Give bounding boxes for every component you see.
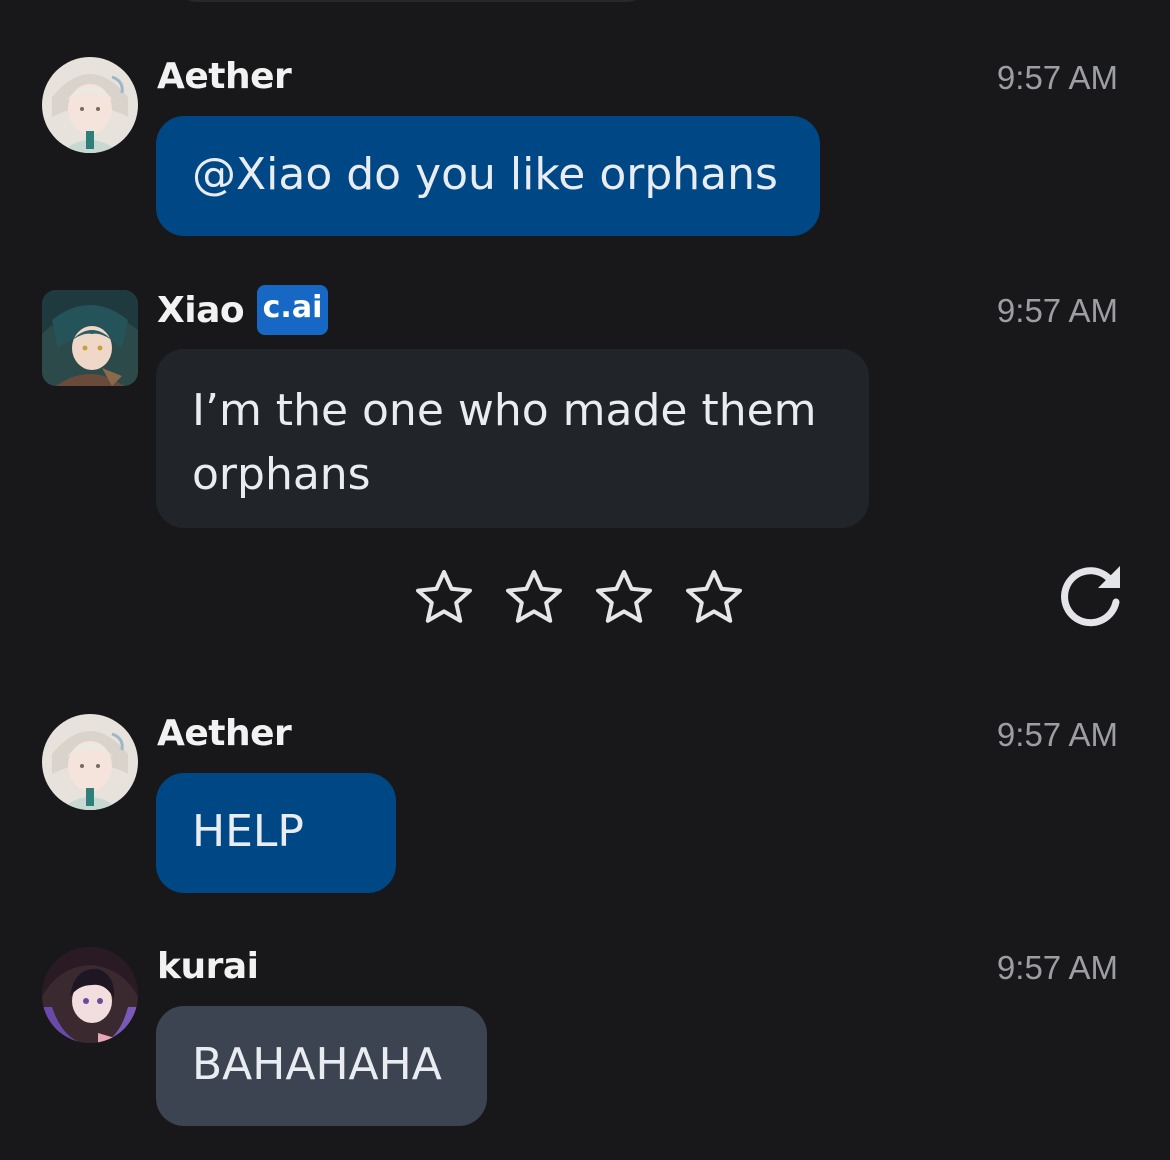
message-text-line-2: orphans (192, 449, 371, 500)
rating-stars (412, 566, 746, 630)
sender-name: Aether (157, 56, 292, 97)
message-timestamp: 9:57 AM (996, 716, 1118, 753)
message-bubble: @Xiao do you like orphans (156, 116, 820, 236)
message-timestamp: 9:57 AM (996, 292, 1118, 329)
refresh-icon (1061, 566, 1120, 627)
star-3-button[interactable] (592, 566, 656, 630)
star-2-button[interactable] (502, 566, 566, 630)
ai-badge: c.ai (257, 285, 328, 335)
message-text: BAHAHAHA (192, 1039, 442, 1090)
star-outline-icon (416, 570, 472, 623)
xiao-avatar-icon (42, 290, 138, 386)
previous-message-bubble (168, 0, 656, 2)
star-outline-icon (686, 570, 742, 623)
message-text: @Xiao do you like orphans (192, 149, 778, 200)
sender-name: kurai (157, 946, 259, 987)
star-outline-icon (506, 570, 562, 623)
message-text: HELP (192, 806, 304, 857)
avatar[interactable] (42, 714, 138, 810)
message-timestamp: 9:57 AM (996, 59, 1118, 96)
regenerate-button[interactable] (1056, 560, 1126, 630)
avatar[interactable] (42, 290, 138, 386)
message-bubble: HELP (156, 773, 396, 893)
message-text-line-1: I’m the one who made them (192, 385, 817, 436)
aether-avatar-icon (42, 714, 138, 810)
message-timestamp: 9:57 AM (996, 949, 1118, 986)
message-bubble: I’m the one who made them orphans (156, 349, 869, 528)
aether-avatar-icon (42, 57, 138, 153)
star-outline-icon (596, 570, 652, 623)
message-bubble: BAHAHAHA (156, 1006, 487, 1126)
kurai-avatar-icon (42, 947, 138, 1043)
star-1-button[interactable] (412, 566, 476, 630)
sender-name: Xiao (157, 290, 245, 331)
avatar[interactable] (42, 57, 138, 153)
avatar[interactable] (42, 947, 138, 1043)
star-4-button[interactable] (682, 566, 746, 630)
sender-name: Aether (157, 713, 292, 754)
